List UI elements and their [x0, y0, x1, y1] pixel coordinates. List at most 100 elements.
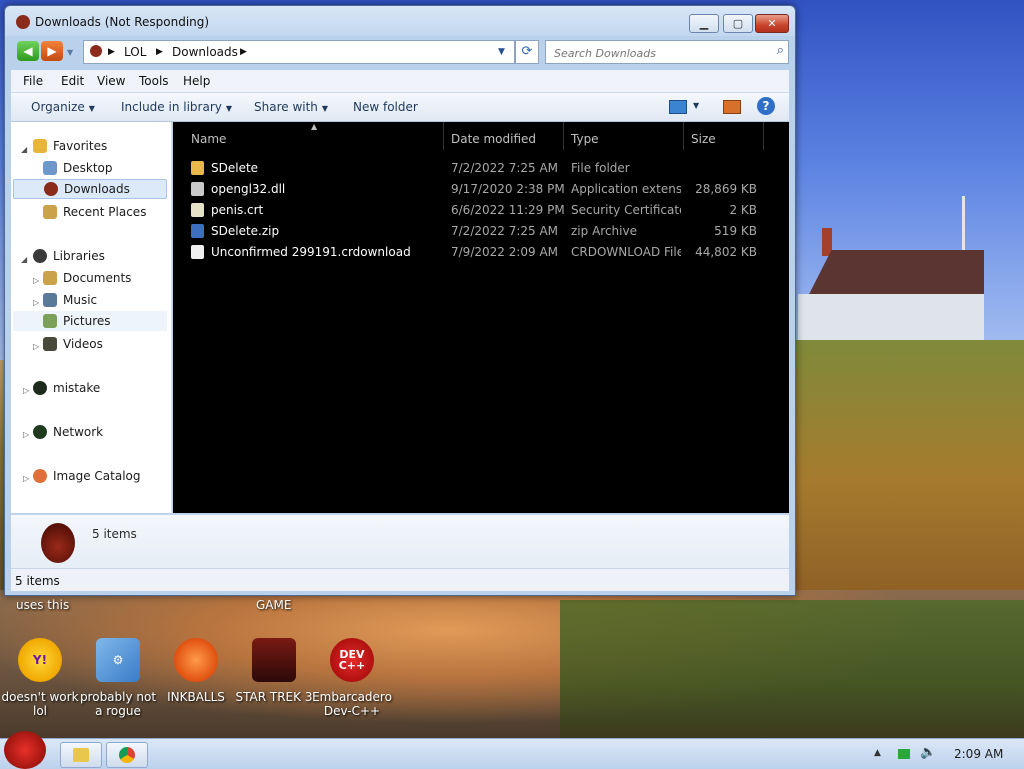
generic-file-icon	[191, 245, 204, 259]
close-button[interactable]: ✕	[755, 14, 789, 33]
help-icon[interactable]: ?	[757, 97, 775, 115]
desktop-label-game[interactable]: GAME	[256, 598, 291, 612]
nav-downloads[interactable]: Downloads	[13, 179, 167, 199]
recent-pages-chevron-icon[interactable]: ▼	[67, 48, 73, 57]
preview-pane-icon[interactable]	[723, 100, 741, 114]
file-row[interactable]: SDelete 7/2/2022 7:25 AM File folder	[173, 158, 789, 178]
collapsed-triangle-icon[interactable]: ▷	[23, 474, 29, 483]
nav-label: Music	[63, 293, 98, 307]
maximize-icon: ▢	[732, 17, 744, 30]
nav-videos[interactable]: Videos	[43, 334, 103, 354]
file-date: 6/6/2022 11:29 PM	[451, 203, 565, 217]
crumb-separator-icon: ▶	[156, 47, 163, 57]
include-label: Include in library	[121, 100, 222, 114]
nav-music[interactable]: Music	[43, 290, 97, 310]
collapsed-triangle-icon[interactable]: ▷	[33, 276, 39, 285]
desktop-icon-label: probably not a rogue	[79, 690, 157, 718]
new-folder-button[interactable]: New folder	[353, 100, 418, 114]
breadcrumb-downloads[interactable]: Downloads	[172, 45, 238, 59]
nav-desktop[interactable]: Desktop	[43, 158, 113, 178]
desktop-icon-label: Embarcadero Dev-C++	[312, 690, 392, 718]
change-view-icon[interactable]	[669, 100, 687, 114]
collapsed-triangle-icon[interactable]: ▷	[23, 386, 29, 395]
forward-button[interactable]: ▶	[41, 41, 63, 61]
taskbar-chrome-button[interactable]	[106, 742, 148, 768]
breadcrumb-lol[interactable]: LOL	[124, 45, 146, 59]
desktop-icon-rogue[interactable]: ⚙ probably not a rogue	[78, 638, 158, 718]
include-in-library-button[interactable]: Include in library ▼	[121, 100, 232, 114]
desktop-label-uses-this[interactable]: uses this	[16, 598, 69, 612]
back-button[interactable]: ◀	[17, 41, 39, 61]
menu-view[interactable]: View	[97, 74, 125, 88]
certificate-icon	[191, 203, 204, 217]
nav-pictures[interactable]: Pictures	[13, 311, 167, 331]
column-header-size[interactable]: Size	[683, 122, 764, 150]
nav-network[interactable]: Network	[33, 422, 103, 442]
column-header-type[interactable]: Type	[563, 122, 684, 150]
nav-favorites[interactable]: Favorites	[33, 136, 107, 156]
menu-file[interactable]: File	[23, 74, 43, 88]
nav-label: Desktop	[63, 161, 113, 175]
chevron-down-icon: ▼	[225, 104, 233, 113]
search-icon[interactable]: ⌕	[777, 43, 784, 58]
file-type: Application extens...	[571, 182, 681, 196]
taskbar-explorer-button[interactable]	[60, 742, 102, 768]
status-item-count: 5 items	[15, 574, 60, 588]
file-row[interactable]: SDelete.zip 7/2/2022 7:25 AM zip Archive…	[173, 221, 789, 241]
menu-tools[interactable]: Tools	[139, 74, 169, 88]
expanded-triangle-icon[interactable]: ◢	[21, 255, 27, 264]
file-row[interactable]: penis.crt 6/6/2022 11:29 PM Security Cer…	[173, 200, 789, 220]
wallpaper-house	[798, 228, 984, 346]
minimize-button[interactable]: ▁	[689, 14, 719, 33]
expanded-triangle-icon[interactable]: ◢	[21, 145, 27, 154]
nav-documents[interactable]: Documents	[43, 268, 131, 288]
show-hidden-icons-icon[interactable]: ▲	[874, 748, 881, 758]
back-arrow-icon: ◀	[23, 44, 33, 58]
details-pane: 5 items	[11, 514, 789, 569]
menu-edit[interactable]: Edit	[61, 74, 84, 88]
dll-file-icon	[191, 182, 204, 196]
search-box[interactable]: ⌕	[545, 40, 789, 64]
search-input[interactable]	[552, 44, 766, 62]
file-date: 7/9/2022 2:09 AM	[451, 245, 559, 259]
view-options-chevron-icon[interactable]: ▼	[693, 101, 699, 110]
address-dropdown-icon[interactable]: ▼	[498, 47, 505, 57]
column-header-date[interactable]: Date modified	[443, 122, 564, 150]
desktop-icon-inkballs[interactable]: INKBALLS	[156, 638, 236, 704]
downloads-icon	[44, 182, 58, 196]
nav-label: Documents	[63, 271, 132, 285]
videos-icon	[43, 337, 57, 351]
menu-help[interactable]: Help	[183, 74, 210, 88]
collapsed-triangle-icon[interactable]: ▷	[33, 342, 39, 351]
address-bar[interactable]: ▶ LOL ▶ Downloads ▶ ▼	[83, 40, 515, 64]
start-button[interactable]	[4, 731, 46, 769]
collapsed-triangle-icon[interactable]: ▷	[33, 298, 39, 307]
nav-image-catalog[interactable]: Image Catalog	[33, 466, 140, 486]
nav-label: Favorites	[53, 139, 108, 153]
file-row[interactable]: Unconfirmed 299191.crdownload 7/9/2022 2…	[173, 242, 789, 262]
refresh-button[interactable]: ⟳	[515, 40, 539, 64]
desktop-icon-star-trek[interactable]: STAR TREK 3	[234, 638, 314, 704]
title-bar[interactable]: Downloads (Not Responding) ▁ ▢ ✕	[5, 6, 795, 36]
nav-recent-places[interactable]: Recent Places	[43, 202, 146, 222]
network-status-icon[interactable]	[898, 749, 910, 759]
file-row[interactable]: opengl32.dll 9/17/2020 2:38 PM Applicati…	[173, 179, 789, 199]
volume-icon[interactable]: 🔈	[920, 745, 936, 760]
nav-libraries[interactable]: Libraries	[33, 246, 105, 266]
nav-mistake[interactable]: mistake	[33, 378, 100, 398]
system-tray: ▲ 🔈 2:09 AM	[864, 739, 1024, 769]
column-header-name[interactable]: Name ▲	[183, 122, 444, 150]
image-catalog-icon	[33, 469, 47, 483]
crumb-separator-icon[interactable]: ▶	[240, 47, 247, 57]
taskbar-clock[interactable]: 2:09 AM	[954, 747, 1003, 761]
maximize-button[interactable]: ▢	[723, 14, 753, 33]
nav-label: Image Catalog	[53, 469, 141, 483]
organize-button[interactable]: Organize ▼	[31, 100, 95, 114]
desktop-icon-yahoo[interactable]: Y! doesn't work lol	[0, 638, 80, 718]
collapsed-triangle-icon[interactable]: ▷	[23, 430, 29, 439]
chevron-down-icon: ▼	[321, 104, 329, 113]
nav-label: Videos	[63, 337, 103, 351]
command-bar: Organize ▼ Include in library ▼ Share with…	[11, 93, 789, 122]
share-with-button[interactable]: Share with ▼	[254, 100, 328, 114]
desktop-icon-devcpp[interactable]: DEV C++ Embarcadero Dev-C++	[312, 638, 392, 718]
